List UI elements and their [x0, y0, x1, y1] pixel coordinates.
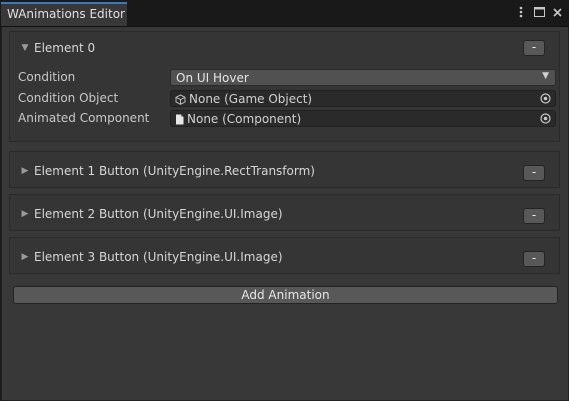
remove-element-2-button[interactable]: - [523, 208, 545, 224]
tab-title: WAnimations Editor [7, 7, 125, 21]
element-1-box: ▶ Element 1 Button (UnityEngine.RectTran… [9, 151, 560, 188]
foldout-collapsed-icon: ▶ [21, 252, 29, 262]
animated-component-label: Animated Component [18, 111, 150, 125]
element-3-box: ▶ Element 3 Button (UnityEngine.UI.Image… [9, 237, 560, 274]
object-picker-icon[interactable] [540, 93, 551, 104]
close-icon[interactable] [551, 5, 563, 19]
condition-label: Condition [18, 70, 76, 84]
condition-object-label: Condition Object [18, 91, 119, 105]
chevron-down-icon: ▼ [542, 71, 549, 81]
element-2-label: Element 2 Button (UnityEngine.UI.Image) [34, 207, 283, 221]
element-0-foldout[interactable]: ▼ Element 0 [20, 41, 96, 55]
element-1-foldout[interactable]: ▶ Element 1 Button (UnityEngine.RectTran… [20, 164, 315, 178]
element-3-foldout[interactable]: ▶ Element 3 Button (UnityEngine.UI.Image… [20, 250, 283, 264]
element-2-box: ▶ Element 2 Button (UnityEngine.UI.Image… [9, 194, 560, 231]
element-1-label: Element 1 Button (UnityEngine.RectTransf… [34, 164, 315, 178]
animated-component-value: None (Component) [187, 112, 302, 126]
foldout-expanded-icon: ▼ [21, 43, 29, 53]
more-vert-icon[interactable] [515, 5, 527, 19]
animated-component-field[interactable]: None (Component) [170, 110, 556, 127]
element-2-foldout[interactable]: ▶ Element 2 Button (UnityEngine.UI.Image… [20, 207, 283, 221]
remove-element-0-button[interactable]: - [523, 40, 545, 56]
component-picker-icon[interactable] [540, 113, 551, 124]
condition-object-field[interactable]: None (Game Object) [170, 90, 556, 107]
maximize-icon[interactable] [533, 5, 545, 19]
tab-wanimations-editor[interactable]: WAnimations Editor [1, 2, 127, 26]
document-icon [176, 114, 184, 124]
condition-object-value: None (Game Object) [189, 92, 313, 106]
remove-element-1-button[interactable]: - [523, 165, 545, 181]
foldout-collapsed-icon: ▶ [21, 209, 29, 219]
remove-element-3-button[interactable]: - [523, 251, 545, 267]
element-0-label: Element 0 [34, 41, 96, 55]
tab-bar: WAnimations Editor [0, 0, 569, 27]
inspector-content: ▼ Element 0 - Condition On UI Hover ▼ Co… [1, 27, 569, 401]
condition-value: On UI Hover [176, 71, 249, 85]
condition-dropdown[interactable]: On UI Hover ▼ [170, 69, 556, 86]
add-animation-button[interactable]: Add Animation [13, 286, 558, 304]
game-object-icon [175, 93, 186, 105]
element-0-box: ▼ Element 0 - Condition On UI Hover ▼ Co… [9, 31, 560, 142]
foldout-collapsed-icon: ▶ [21, 166, 29, 176]
window-controls [515, 5, 563, 19]
element-3-label: Element 3 Button (UnityEngine.UI.Image) [34, 250, 283, 264]
